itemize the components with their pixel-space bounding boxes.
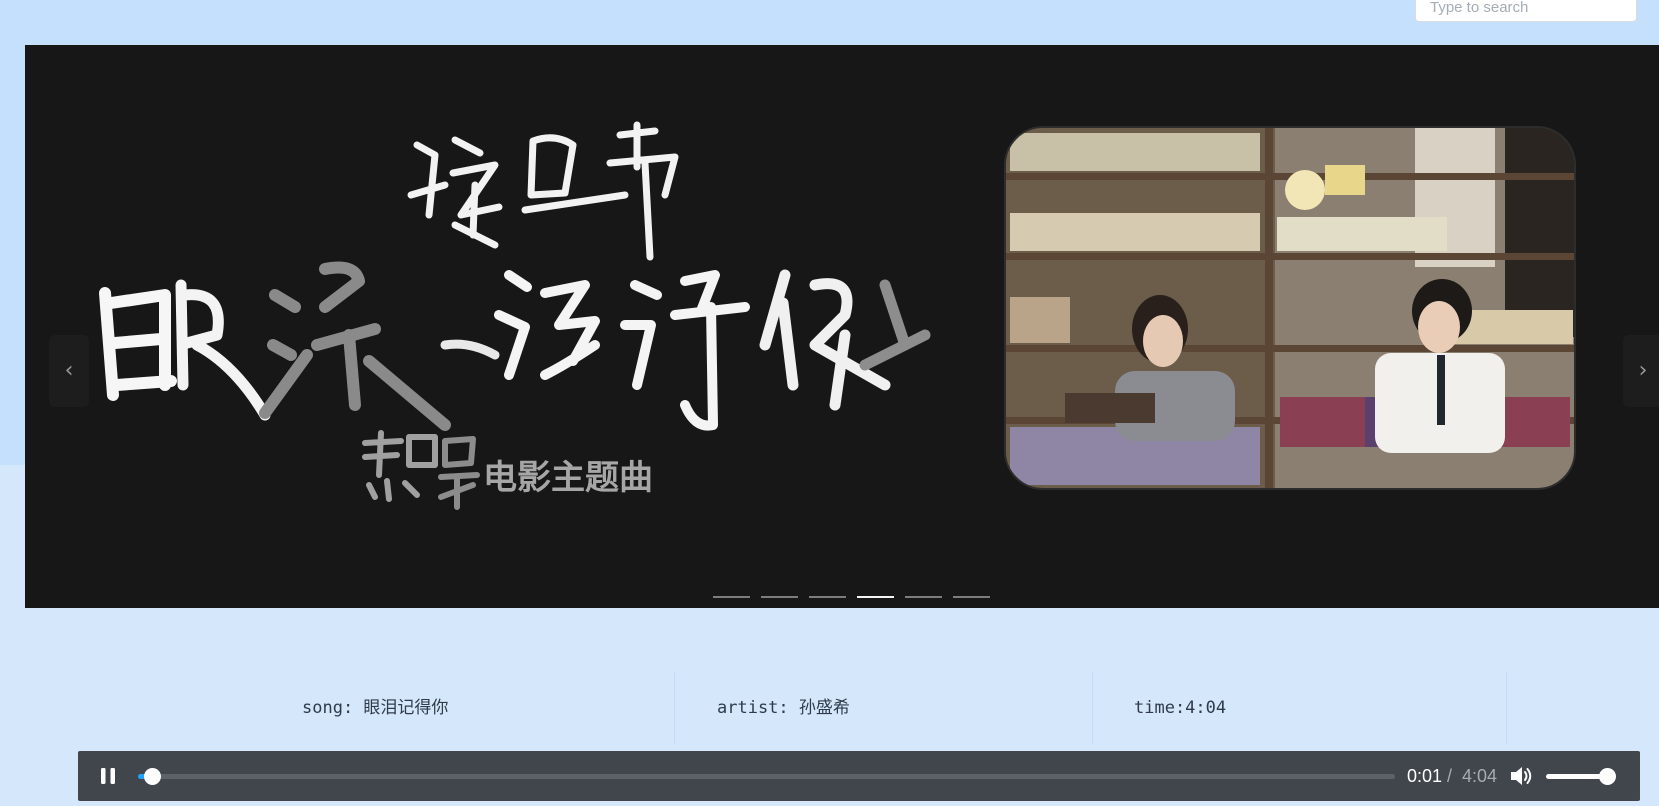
banner-image: 电影主题曲: [25, 45, 1659, 608]
carousel-indicator[interactable]: [905, 590, 942, 602]
mute-button[interactable]: [1508, 764, 1534, 788]
carousel-indicators: [713, 590, 990, 602]
chevron-right-icon: ›: [1638, 358, 1648, 383]
divider: [674, 672, 675, 744]
search-input[interactable]: [1415, 0, 1637, 22]
carousel-next-button[interactable]: ›: [1623, 335, 1659, 407]
banner-carousel[interactable]: 电影主题曲 ‹ ›: [25, 45, 1659, 608]
carousel-indicator[interactable]: [953, 590, 990, 602]
volume-handle[interactable]: [1599, 768, 1617, 785]
divider: [1506, 672, 1507, 744]
divider: [1092, 672, 1093, 744]
total-time: 4:04: [1462, 766, 1498, 786]
carousel-indicator[interactable]: [713, 590, 750, 602]
progress-handle[interactable]: [143, 768, 161, 785]
carousel-prev-button[interactable]: ‹: [49, 335, 89, 407]
pause-icon: [101, 768, 115, 784]
time-separator: /: [1447, 766, 1453, 786]
carousel-indicator[interactable]: [761, 590, 798, 602]
chevron-left-icon: ‹: [64, 358, 74, 383]
audio-player: 0:01 / 4:04: [78, 751, 1640, 801]
current-time: 0:01: [1407, 766, 1443, 786]
movie-still-art: [1005, 127, 1575, 489]
artist-name: artist: 孙盛希: [717, 698, 850, 718]
volume-high-icon: [1511, 767, 1532, 785]
carousel-indicator[interactable]: [809, 590, 846, 602]
song-info-row: song: 眼泪记得你 artist: 孙盛希 time:4:04: [262, 668, 1507, 748]
svg-text:电影主题曲: 电影主题曲: [483, 458, 653, 498]
volume-slider[interactable]: [1546, 768, 1617, 785]
song-duration: time:4:04: [1134, 698, 1227, 718]
song-name: song: 眼泪记得你: [302, 698, 449, 718]
progress-slider[interactable]: [138, 768, 1395, 785]
pause-button[interactable]: [96, 764, 120, 788]
volume-fill: [1546, 774, 1608, 779]
carousel-indicator-active[interactable]: [857, 590, 894, 602]
